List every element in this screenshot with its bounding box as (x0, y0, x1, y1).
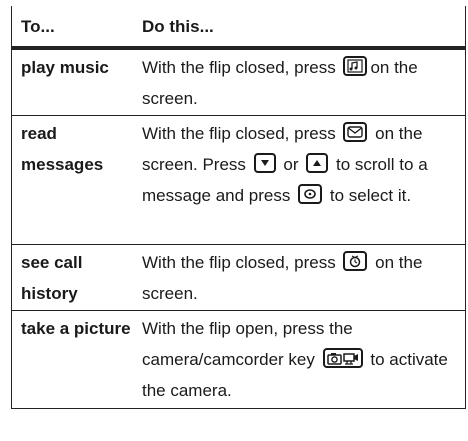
music-key-icon (343, 56, 368, 76)
task-instructions: With the flip closed, press on the scree… (142, 118, 465, 244)
instruction-text: With the flip closed, press (142, 253, 336, 272)
task-instructions: With the flip open, press the camera/cam… (142, 313, 465, 408)
instruction-table: To... Do this... play music With the fli… (11, 6, 466, 409)
header-to: To... (21, 16, 55, 36)
task-label: play music (21, 58, 109, 77)
instruction-text: With the flip closed, press (142, 124, 336, 143)
instruction-text: With the flip closed, press (142, 58, 336, 77)
instruction-text: With the flip open, press the camera/cam… (142, 319, 353, 369)
recent-calls-key-icon (343, 251, 368, 271)
instruction-text: or (283, 155, 299, 174)
task-label: see call history (21, 253, 83, 303)
task-label: read messages (21, 124, 104, 174)
up-arrow-key-icon (306, 153, 329, 173)
table-row: play music With the flip closed, press o… (12, 49, 465, 115)
header-do-this: Do this... (142, 16, 214, 36)
task-instructions: With the flip closed, press on the scree… (142, 247, 465, 310)
select-key-icon (298, 184, 323, 204)
table-row: take a picture With the flip open, press… (12, 310, 465, 408)
down-arrow-key-icon (253, 153, 276, 173)
table-row: see call history With the flip closed, p… (12, 244, 465, 310)
table-row: read messages With the flip closed, pres… (12, 115, 465, 244)
task-label: take a picture (21, 319, 131, 338)
instruction-text: to select it. (329, 186, 412, 205)
message-key-icon (343, 122, 368, 142)
table-header: To... Do this... (12, 6, 465, 49)
task-instructions: With the flip closed, press on the scree… (142, 52, 465, 115)
camera-camcorder-key-icon (322, 348, 363, 368)
